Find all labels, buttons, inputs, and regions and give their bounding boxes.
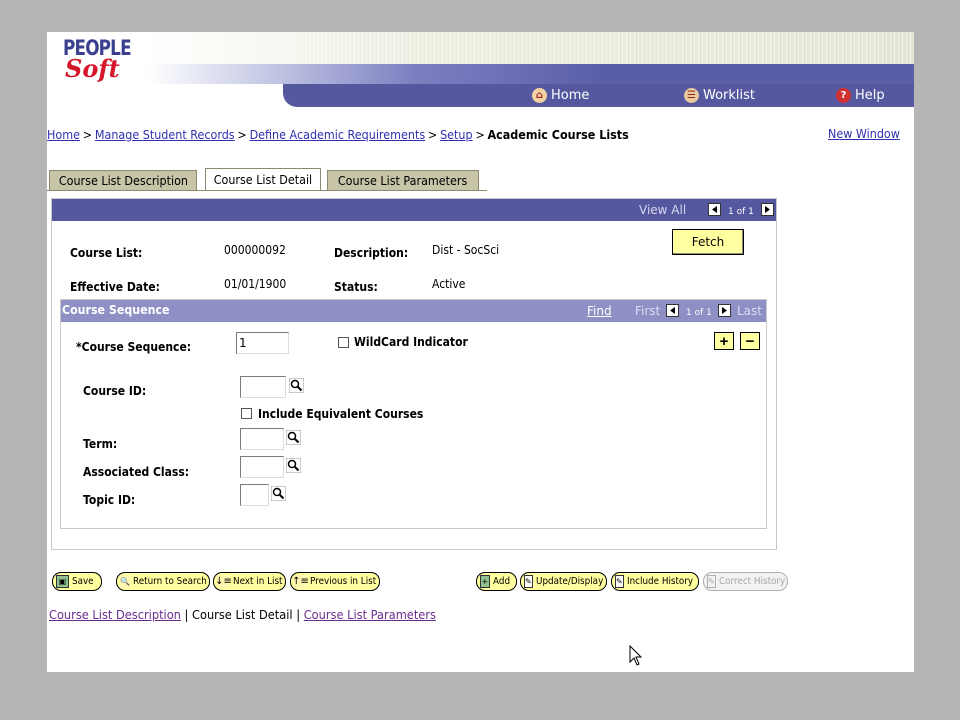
breadcrumb-setup[interactable]: Setup bbox=[440, 128, 472, 142]
home-icon: ⌂ bbox=[532, 88, 547, 103]
panel-pagination: 1 of 1 bbox=[728, 207, 754, 217]
tab-underline bbox=[47, 190, 487, 191]
home-link[interactable]: ⌂ Home bbox=[532, 88, 589, 103]
include-history-button[interactable]: ✎ Include History bbox=[611, 572, 699, 591]
footer-current-detail: Course List Detail bbox=[192, 608, 293, 622]
status-value: Active bbox=[432, 277, 466, 291]
next-row-button[interactable] bbox=[761, 203, 774, 216]
update-display-icon: ✎ bbox=[524, 575, 533, 588]
left-arrow-icon bbox=[670, 307, 675, 314]
next-in-list-icon: ↓≡ bbox=[215, 575, 232, 588]
add-icon: + bbox=[480, 575, 490, 588]
header-gradient-bar bbox=[147, 64, 914, 84]
right-arrow-icon bbox=[765, 206, 770, 213]
breadcrumb-define-academic-requirements[interactable]: Define Academic Requirements bbox=[250, 128, 426, 142]
tab-course-list-description[interactable]: Course List Description bbox=[49, 170, 197, 190]
add-row-button[interactable]: + bbox=[714, 332, 734, 350]
header-banner bbox=[147, 32, 914, 66]
effective-date-value: 01/01/1900 bbox=[224, 277, 287, 291]
next-in-list-button[interactable]: ↓≡ Next in List bbox=[213, 572, 286, 591]
topic-id-label: Topic ID: bbox=[83, 493, 136, 507]
save-icon: ▣ bbox=[56, 575, 69, 588]
footer-link-parameters[interactable]: Course List Parameters bbox=[304, 608, 436, 622]
previous-in-list-button[interactable]: ↑≡ Previous in List bbox=[290, 572, 380, 591]
course-list-panel: View All 1 of 1 Course List: 000000092 D… bbox=[51, 198, 777, 550]
course-id-lookup-icon[interactable] bbox=[289, 378, 304, 393]
associated-class-lookup-icon[interactable] bbox=[286, 458, 301, 473]
tab-course-list-parameters[interactable]: Course List Parameters bbox=[327, 170, 479, 190]
find-link[interactable]: Find bbox=[587, 304, 612, 318]
course-id-input[interactable] bbox=[240, 376, 286, 398]
peoplesoft-logo: PEOPLE Soft bbox=[63, 36, 132, 83]
description-value: Dist - SocSci bbox=[432, 243, 500, 257]
include-history-icon: ✎ bbox=[615, 575, 624, 588]
mouse-cursor-icon bbox=[629, 645, 643, 666]
fetch-button[interactable]: Fetch bbox=[672, 229, 744, 255]
right-arrow-icon bbox=[722, 307, 727, 314]
course-sequence-input[interactable]: 1 bbox=[236, 332, 289, 354]
breadcrumb-manage-student-records[interactable]: Manage Student Records bbox=[95, 128, 235, 142]
course-id-label: Course ID: bbox=[83, 384, 147, 398]
return-to-search-button[interactable]: 🔍 Return to Search bbox=[116, 572, 210, 591]
wildcard-label: WildCard Indicator bbox=[354, 335, 468, 349]
panel-header-bar: View All 1 of 1 bbox=[52, 199, 776, 221]
course-sequence-header: Course Sequence Find First 1 of 1 Last bbox=[61, 300, 766, 322]
course-sequence-title: Course Sequence bbox=[62, 303, 170, 317]
footer-page-links: Course List Description | Course List De… bbox=[49, 608, 436, 622]
correct-history-icon: ✎ bbox=[707, 575, 716, 588]
wildcard-checkbox[interactable] bbox=[338, 337, 349, 348]
course-sequence-panel: Course Sequence Find First 1 of 1 Last *… bbox=[60, 299, 767, 529]
include-equivalent-label: Include Equivalent Courses bbox=[258, 407, 424, 421]
left-arrow-icon bbox=[712, 206, 717, 213]
include-equivalent-checkbox[interactable] bbox=[241, 408, 252, 419]
breadcrumb: Home > Manage Student Records > Define Acade… bbox=[47, 128, 629, 142]
next-sequence-button[interactable] bbox=[718, 304, 731, 317]
worklist-icon: ☰ bbox=[684, 88, 699, 103]
search-icon: 🔍 bbox=[120, 575, 130, 588]
last-link: Last bbox=[737, 304, 762, 318]
save-button[interactable]: ▣ Save bbox=[52, 572, 102, 591]
tab-course-list-detail[interactable]: Course List Detail bbox=[205, 168, 321, 191]
worklist-link[interactable]: ☰ Worklist bbox=[684, 88, 755, 103]
prev-row-button[interactable] bbox=[708, 203, 721, 216]
effective-date-label: Effective Date: bbox=[70, 280, 160, 294]
peoplesoft-page: PEOPLE Soft ⌂ Home ☰ Worklist ? Help Hom… bbox=[47, 32, 914, 672]
footer-link-description[interactable]: Course List Description bbox=[49, 608, 181, 622]
course-list-label: Course List: bbox=[70, 246, 143, 260]
header-nav-bar: ⌂ Home ☰ Worklist ? Help bbox=[283, 84, 914, 107]
topic-id-lookup-icon[interactable] bbox=[271, 486, 286, 501]
new-window-link[interactable]: New Window bbox=[828, 127, 900, 141]
add-button[interactable]: + Add bbox=[476, 572, 517, 591]
help-icon: ? bbox=[836, 88, 851, 103]
course-sequence-label: *Course Sequence: bbox=[76, 340, 192, 354]
previous-in-list-icon: ↑≡ bbox=[292, 575, 309, 588]
view-all-link[interactable]: View All bbox=[639, 203, 686, 217]
term-label: Term: bbox=[83, 437, 118, 451]
status-label: Status: bbox=[334, 280, 378, 294]
associated-class-label: Associated Class: bbox=[83, 465, 190, 479]
first-link: First bbox=[635, 304, 661, 318]
sequence-pagination: 1 of 1 bbox=[686, 308, 712, 318]
term-input[interactable] bbox=[240, 428, 284, 450]
term-lookup-icon[interactable] bbox=[286, 430, 301, 445]
prev-sequence-button[interactable] bbox=[666, 304, 679, 317]
delete-row-button[interactable]: − bbox=[740, 332, 760, 350]
topic-id-input[interactable] bbox=[240, 484, 269, 506]
description-label: Description: bbox=[334, 246, 409, 260]
update-display-button[interactable]: ✎ Update/Display bbox=[520, 572, 607, 591]
help-link[interactable]: ? Help bbox=[836, 88, 885, 103]
correct-history-button: ✎ Correct History bbox=[703, 572, 788, 591]
associated-class-input[interactable] bbox=[240, 456, 284, 478]
breadcrumb-current: Academic Course Lists bbox=[487, 128, 629, 142]
course-list-value: 000000092 bbox=[224, 243, 286, 257]
breadcrumb-home[interactable]: Home bbox=[47, 128, 80, 142]
